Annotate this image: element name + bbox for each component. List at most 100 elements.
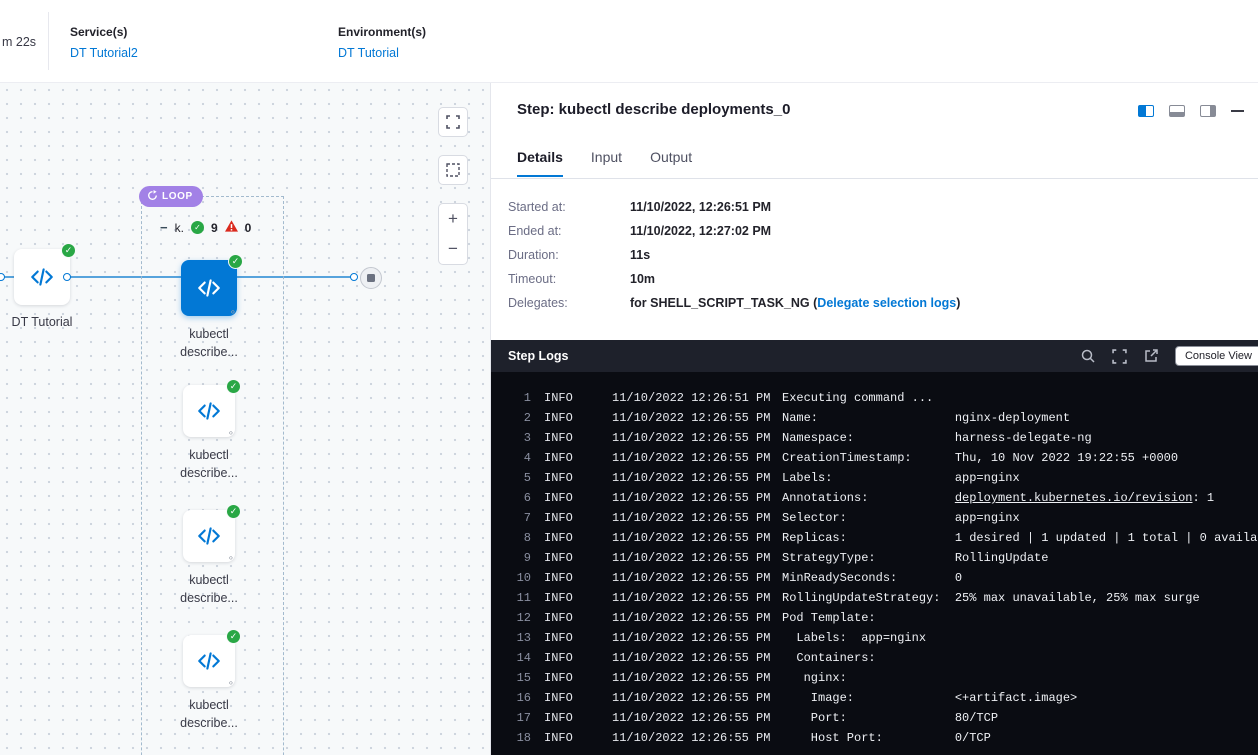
marquee-select-button[interactable] bbox=[438, 155, 468, 185]
detail-value: for SHELL_SCRIPT_TASK_NG (Delegate selec… bbox=[630, 296, 960, 310]
log-line-number: 11 bbox=[505, 588, 531, 608]
step-logs-console[interactable]: 1 INFO 11/10/2022 12:26:51 PM Executing … bbox=[491, 372, 1258, 755]
canvas-controls: + − bbox=[438, 107, 468, 265]
collapse-group-icon[interactable]: − bbox=[160, 222, 168, 234]
log-message: RollingUpdateStrategy: 25% max unavailab… bbox=[782, 588, 1200, 608]
log-line-number: 3 bbox=[505, 428, 531, 448]
log-message: Replicas: 1 desired | 1 updated | 1 tota… bbox=[782, 528, 1258, 548]
detail-value: 11/10/2022, 12:26:51 PM bbox=[630, 200, 771, 214]
pipeline-step-node[interactable]: ✓ ‹› kubectldescribe... bbox=[157, 260, 261, 385]
detail-fields: Started at: 11/10/2022, 12:26:51 PM Ende… bbox=[508, 195, 960, 315]
step-logs-header: Step Logs Console View bbox=[491, 340, 1258, 372]
log-message: CreationTimestamp: Thu, 10 Nov 2022 19:2… bbox=[782, 448, 1178, 468]
tab-details[interactable]: Details bbox=[517, 149, 563, 177]
details-tabs: Details Input Output bbox=[517, 149, 692, 177]
group-success-count: 9 bbox=[211, 221, 218, 235]
log-line-number: 5 bbox=[505, 468, 531, 488]
zoom-in-button[interactable]: + bbox=[439, 204, 467, 234]
log-timestamp: 11/10/2022 12:26:55 PM bbox=[612, 468, 782, 488]
log-level: INFO bbox=[544, 628, 612, 648]
zoom-out-button[interactable]: − bbox=[439, 234, 467, 264]
log-timestamp: 11/10/2022 12:26:55 PM bbox=[612, 628, 782, 648]
entry-node-label: DT Tutorial bbox=[0, 315, 104, 329]
log-message: Labels: app=nginx bbox=[782, 468, 1020, 488]
log-timestamp: 11/10/2022 12:26:55 PM bbox=[612, 508, 782, 528]
step-label: kubectldescribe... bbox=[180, 696, 238, 732]
log-timestamp: 11/10/2022 12:26:55 PM bbox=[612, 688, 782, 708]
environments-block: Environment(s) DT Tutorial bbox=[338, 25, 426, 60]
log-line: 7 INFO 11/10/2022 12:26:55 PM Selector: … bbox=[491, 508, 1258, 528]
code-step-icon bbox=[29, 264, 55, 290]
log-line-number: 18 bbox=[505, 728, 531, 748]
pipeline-step-node[interactable]: ✓ ‹› kubectldescribe... bbox=[157, 510, 261, 635]
log-line: 4 INFO 11/10/2022 12:26:55 PM CreationTi… bbox=[491, 448, 1258, 468]
detail-row: Duration: 11s bbox=[508, 243, 960, 267]
log-message: Port: 80/TCP bbox=[782, 708, 998, 728]
tab-input[interactable]: Input bbox=[591, 149, 622, 177]
log-timestamp: 11/10/2022 12:26:55 PM bbox=[612, 588, 782, 608]
success-check-icon: ✓ bbox=[226, 504, 241, 519]
panel-view-controls bbox=[1138, 105, 1244, 117]
code-step-icon bbox=[196, 523, 222, 549]
log-level: INFO bbox=[544, 548, 612, 568]
log-message: Executing command ... bbox=[782, 388, 933, 408]
bottom-pane-view-icon[interactable] bbox=[1169, 105, 1185, 117]
open-in-new-icon[interactable] bbox=[1144, 349, 1158, 363]
log-level: INFO bbox=[544, 668, 612, 688]
detail-row: Started at: 11/10/2022, 12:26:51 PM bbox=[508, 195, 960, 219]
log-level: INFO bbox=[544, 688, 612, 708]
detail-label: Timeout: bbox=[508, 272, 630, 286]
log-line: 16 INFO 11/10/2022 12:26:55 PM Image: <+… bbox=[491, 688, 1258, 708]
log-line: 14 INFO 11/10/2022 12:26:55 PM Container… bbox=[491, 648, 1258, 668]
log-timestamp: 11/10/2022 12:26:55 PM bbox=[612, 608, 782, 628]
success-check-icon: ✓ bbox=[61, 243, 76, 258]
log-timestamp: 11/10/2022 12:26:55 PM bbox=[612, 428, 782, 448]
right-pane-view-icon[interactable] bbox=[1200, 105, 1216, 117]
log-message: Selector: app=nginx bbox=[782, 508, 1020, 528]
topbar-divider bbox=[48, 12, 49, 70]
pipeline-graph-canvas[interactable]: ✓ DT Tutorial LOOP − k. ✓ 9 0 ✓ ‹› bbox=[0, 83, 490, 755]
end-node[interactable] bbox=[360, 267, 382, 289]
group-failed-icon bbox=[225, 220, 238, 235]
step-details-panel: Step: kubectl describe deployments_0 Det… bbox=[490, 83, 1258, 755]
service-link[interactable]: DT Tutorial2 bbox=[70, 46, 138, 60]
log-line: 15 INFO 11/10/2022 12:26:55 PM nginx: bbox=[491, 668, 1258, 688]
log-line: 2 INFO 11/10/2022 12:26:55 PM Name: ngin… bbox=[491, 408, 1258, 428]
log-line: 1 INFO 11/10/2022 12:26:51 PM Executing … bbox=[491, 388, 1258, 408]
pipeline-step-node[interactable]: ✓ ‹› kubectldescribe... bbox=[157, 635, 261, 755]
log-timestamp: 11/10/2022 12:26:55 PM bbox=[612, 568, 782, 588]
node-command-icon: ‹› bbox=[229, 428, 232, 437]
log-timestamp: 11/10/2022 12:26:55 PM bbox=[612, 708, 782, 728]
log-level: INFO bbox=[544, 428, 612, 448]
log-line-number: 12 bbox=[505, 608, 531, 628]
connector-port bbox=[350, 273, 358, 281]
delegate-selection-logs-link[interactable]: Delegate selection logs bbox=[817, 296, 956, 310]
loop-badge-label: LOOP bbox=[162, 191, 193, 202]
console-view-button[interactable]: Console View bbox=[1175, 346, 1258, 366]
fullscreen-logs-icon[interactable] bbox=[1112, 349, 1127, 364]
code-step-icon bbox=[196, 275, 222, 301]
execution-topbar: m 22s Service(s) DT Tutorial2 Environmen… bbox=[0, 0, 1258, 83]
log-line-number: 9 bbox=[505, 548, 531, 568]
search-logs-icon[interactable] bbox=[1081, 349, 1095, 363]
log-timestamp: 11/10/2022 12:26:55 PM bbox=[612, 668, 782, 688]
loop-badge[interactable]: LOOP bbox=[139, 186, 203, 207]
log-message: Containers: bbox=[782, 648, 876, 668]
fit-to-screen-button[interactable] bbox=[438, 107, 468, 137]
environments-label: Environment(s) bbox=[338, 25, 426, 39]
detail-value: 10m bbox=[630, 272, 655, 286]
loop-group-header: − k. ✓ 9 0 bbox=[160, 220, 251, 235]
minimize-icon[interactable] bbox=[1231, 110, 1244, 112]
tab-output[interactable]: Output bbox=[650, 149, 692, 177]
log-line: 17 INFO 11/10/2022 12:26:55 PM Port: 80/… bbox=[491, 708, 1258, 728]
log-line-number: 7 bbox=[505, 508, 531, 528]
environment-link[interactable]: DT Tutorial bbox=[338, 46, 426, 60]
log-message: MinReadySeconds: 0 bbox=[782, 568, 962, 588]
log-annotation-link[interactable]: deployment.kubernetes.io/revision bbox=[955, 491, 1193, 505]
log-message: Host Port: 0/TCP bbox=[782, 728, 991, 748]
log-level: INFO bbox=[544, 588, 612, 608]
pipeline-step-node-entry[interactable]: ✓ bbox=[14, 249, 70, 305]
pipeline-step-node[interactable]: ✓ ‹› kubectldescribe... bbox=[157, 385, 261, 510]
log-timestamp: 11/10/2022 12:26:55 PM bbox=[612, 408, 782, 428]
split-view-icon[interactable] bbox=[1138, 105, 1154, 117]
